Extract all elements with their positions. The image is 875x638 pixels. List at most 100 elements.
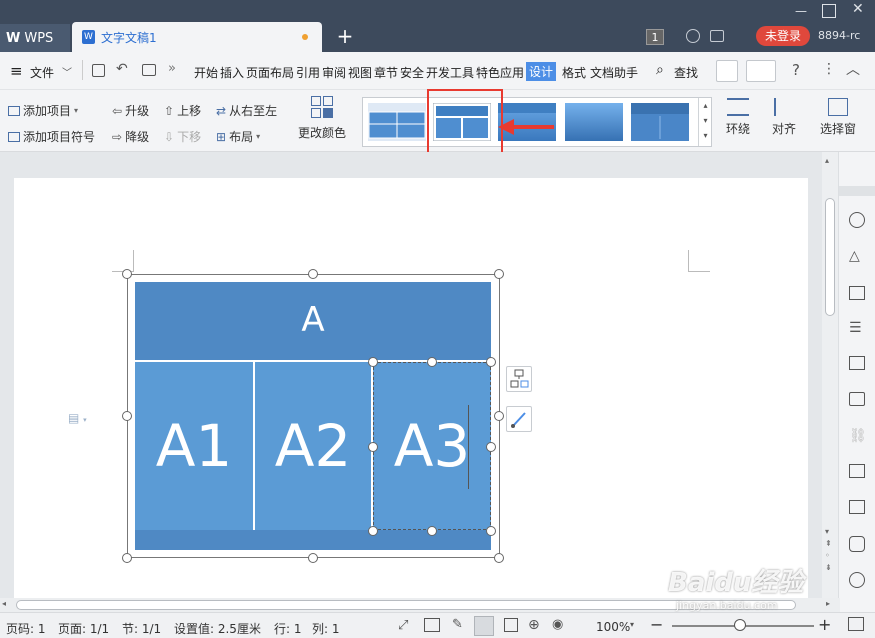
resize-handle[interactable]: [122, 553, 132, 563]
fit-window-icon[interactable]: [848, 617, 864, 631]
resize-handle[interactable]: [308, 553, 318, 563]
menu-search[interactable]: 查找: [674, 64, 698, 81]
paragraph-icon[interactable]: ▤ ▾: [68, 411, 87, 425]
menu-reference[interactable]: 引用: [296, 64, 320, 81]
wps-home-tab[interactable]: W WPS: [0, 24, 70, 52]
menu-design[interactable]: 设计: [526, 62, 557, 81]
maximize-icon[interactable]: [822, 4, 836, 18]
menu-insert[interactable]: 插入: [220, 64, 244, 81]
close-icon[interactable]: ✕: [852, 2, 868, 18]
shape-handle[interactable]: [368, 357, 378, 367]
change-color-button[interactable]: 更改颜色: [298, 96, 346, 141]
history-icon[interactable]: [849, 572, 865, 588]
layout-button[interactable]: ⊞ 布局 ▾: [216, 128, 260, 145]
skin-icon[interactable]: [686, 29, 700, 43]
share-out-icon[interactable]: [849, 392, 865, 406]
zoom-slider-thumb[interactable]: [734, 619, 746, 631]
image-icon[interactable]: [849, 500, 865, 514]
print-icon[interactable]: [142, 64, 156, 76]
save-icon[interactable]: [92, 64, 105, 77]
scroll-up-icon[interactable]: ▴: [825, 156, 829, 165]
menu-page-layout[interactable]: 页面布局: [246, 64, 294, 81]
zoom-dropdown-icon[interactable]: ▾: [630, 620, 634, 629]
more-options-icon[interactable]: ⋮: [822, 61, 836, 77]
wallet-icon[interactable]: [710, 30, 724, 42]
chevron-down-icon[interactable]: ﹀: [62, 64, 72, 79]
right-to-left-button[interactable]: ⇄ 从右至左: [216, 102, 277, 119]
resize-handle[interactable]: [122, 269, 132, 279]
add-shape-float-button[interactable]: [506, 366, 532, 392]
reading-mode-icon[interactable]: [424, 618, 440, 632]
more-chevrons-icon[interactable]: »: [168, 61, 176, 76]
style-thumb-1[interactable]: [368, 103, 426, 141]
shape-handle[interactable]: [368, 442, 378, 452]
document-tab[interactable]: W 文字文稿1: [72, 22, 322, 52]
share-icon[interactable]: [716, 60, 738, 82]
template-icon[interactable]: [746, 60, 776, 82]
archive-icon[interactable]: [849, 464, 865, 478]
style-thumb-5[interactable]: [631, 103, 689, 141]
eye-protection-icon[interactable]: ◉: [552, 617, 563, 632]
web-view-icon[interactable]: ⊕: [528, 617, 540, 633]
gallery-scroll[interactable]: ▴ ▾ ▾: [698, 98, 712, 146]
shape-handle[interactable]: [486, 357, 496, 367]
add-bullet-button[interactable]: 添加项目符号: [8, 128, 95, 145]
promote-button[interactable]: ⇦ 升级: [112, 102, 149, 119]
minimize-icon[interactable]: —: [795, 4, 809, 18]
menu-chapter[interactable]: 章节: [374, 64, 398, 81]
menu-special[interactable]: 特色应用: [476, 64, 524, 81]
shield-icon[interactable]: [849, 536, 865, 552]
vertical-scrollbar[interactable]: ▴ ▾ ⇞ ◦ ⇟: [822, 152, 838, 600]
style-thumb-4[interactable]: [565, 103, 623, 141]
align-button[interactable]: 对齐: [772, 98, 796, 137]
outline-view-icon[interactable]: [504, 618, 518, 632]
resize-handle[interactable]: [494, 553, 504, 563]
add-item-button[interactable]: 添加项目 ▾: [8, 102, 78, 119]
text-style-icon[interactable]: △: [849, 248, 860, 264]
undo-icon[interactable]: ↶: [116, 61, 128, 77]
settings-sliders-icon[interactable]: ☰: [849, 320, 862, 336]
wrap-button[interactable]: 环绕: [726, 98, 750, 137]
selection-pane-button[interactable]: 选择窗: [820, 98, 856, 137]
zoom-level[interactable]: 100%: [596, 620, 630, 634]
search-icon[interactable]: ⌕: [656, 62, 664, 78]
menu-review[interactable]: 审阅: [322, 64, 346, 81]
menu-start[interactable]: 开始: [194, 64, 218, 81]
page-view-icon[interactable]: [474, 616, 494, 636]
menu-view[interactable]: 视图: [348, 64, 372, 81]
shape-handle[interactable]: [427, 526, 437, 536]
hamburger-menu-icon[interactable]: ≡: [10, 62, 23, 80]
demote-button[interactable]: ⇨ 降级: [112, 128, 149, 145]
resize-handle[interactable]: [494, 269, 504, 279]
edit-pen-icon[interactable]: ✎: [452, 617, 463, 632]
zoom-out-icon[interactable]: −: [650, 615, 663, 634]
move-up-button[interactable]: ⇧ 上移: [164, 102, 201, 119]
scroll-left-icon[interactable]: ◂: [2, 599, 6, 608]
zoom-in-icon[interactable]: +: [818, 615, 831, 634]
table-icon[interactable]: [849, 286, 865, 300]
shape-handle[interactable]: [486, 442, 496, 452]
help-icon[interactable]: ?: [792, 61, 800, 79]
status-setting-value[interactable]: 设置值: 2.5厘米: [174, 620, 261, 637]
style-brush-float-button[interactable]: [506, 406, 532, 432]
menu-security[interactable]: 安全: [400, 64, 424, 81]
collapse-ribbon-icon[interactable]: ︿: [846, 59, 860, 79]
resize-handle[interactable]: [494, 411, 504, 421]
resize-handle[interactable]: [308, 269, 318, 279]
scroll-thumb[interactable]: [825, 198, 835, 316]
link-icon[interactable]: ⛓: [849, 428, 867, 444]
fullscreen-icon[interactable]: ⤢: [398, 618, 408, 633]
new-tab-button[interactable]: +: [334, 26, 356, 48]
menu-developer[interactable]: 开发工具: [426, 64, 474, 81]
shape-handle[interactable]: [427, 357, 437, 367]
menu-doc-helper[interactable]: 文档助手: [590, 64, 638, 81]
shape-handle[interactable]: [368, 526, 378, 536]
window-count-badge[interactable]: 1: [646, 29, 664, 45]
menu-format[interactable]: 格式: [562, 64, 586, 81]
menu-file[interactable]: 文件: [30, 64, 54, 81]
shape-handle[interactable]: [486, 526, 496, 536]
picture-icon[interactable]: [849, 356, 865, 370]
move-down-button[interactable]: ⇩ 下移: [164, 128, 201, 145]
login-button[interactable]: 未登录: [756, 26, 810, 46]
resize-handle[interactable]: [122, 411, 132, 421]
